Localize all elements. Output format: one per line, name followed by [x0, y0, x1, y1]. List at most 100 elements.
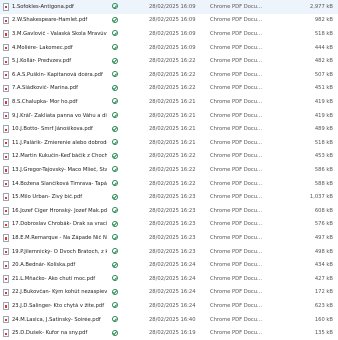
- file-date-modified: 28/02/2025 16:24: [149, 262, 196, 269]
- file-name[interactable]: 6.A.S.Puškin- Kapitanová dcéra.pdf: [12, 72, 107, 78]
- file-size: 586 kB: [314, 166, 333, 173]
- file-date-modified: 28/02/2025 16:24: [149, 302, 196, 309]
- file-name[interactable]: 7.A.Sládkovič- Marína.pdf: [12, 85, 107, 91]
- file-name[interactable]: 4.Moliére- Lakomec.pdf: [12, 45, 107, 51]
- file-size: 451 kB: [314, 85, 333, 92]
- sync-status-icon: [112, 71, 118, 78]
- pdf-file-icon: [3, 234, 9, 242]
- file-row[interactable]: 3.M.Gavlovič - Valaská Škola Mravúv Stod…: [0, 27, 338, 41]
- file-name[interactable]: 20.A.Bednár- Kolíska.pdf: [12, 262, 107, 268]
- file-row[interactable]: 1.Sofokles-Antigona.pdf 28/02/2025 16:09 C…: [0, 0, 338, 14]
- file-row[interactable]: 9.J.Kráľ- Zakliata panna vo Váhu a divný…: [0, 109, 338, 123]
- file-name[interactable]: 13.J.Gregor-Tajovský- Maco Mlieč, Statky…: [12, 167, 107, 173]
- pdf-file-icon: [3, 275, 9, 283]
- file-row[interactable]: 14.Božena Slančíková Timrava- Ťapákovc..…: [0, 177, 338, 191]
- file-date-modified: 28/02/2025 16:40: [149, 316, 196, 323]
- file-type: Chrome PDF Docu...: [210, 153, 263, 160]
- file-row[interactable]: 5.J.Kollár- Predvzev.pdf 28/02/2025 16:22…: [0, 54, 338, 68]
- file-size: 518 kB: [314, 30, 333, 37]
- file-row[interactable]: 8.S.Chalupka- Mor ho.pdf 28/02/2025 16:21…: [0, 95, 338, 109]
- file-name[interactable]: 8.S.Chalupka- Mor ho.pdf: [12, 99, 107, 105]
- file-type: Chrome PDF Docu...: [210, 207, 263, 214]
- file-row[interactable]: 23.J.D.Salinger- Kto chytá v žite.pdf 28/…: [0, 299, 338, 313]
- file-row[interactable]: 2.W.Shakespeare-Hamlet.pdf 28/02/2025 16:…: [0, 14, 338, 28]
- file-size: 135 kB: [314, 330, 333, 337]
- file-date-modified: 28/02/2025 16:21: [149, 112, 196, 119]
- file-row[interactable]: 21.L.Mňačko- Ako chutí moc.pdf 28/02/2025…: [0, 272, 338, 286]
- file-type: Chrome PDF Docu...: [210, 330, 263, 337]
- file-name[interactable]: 9.J.Kráľ- Zakliata panna vo Váhu a divný…: [12, 113, 107, 119]
- file-name[interactable]: 1.Sofokles-Antigona.pdf: [12, 4, 107, 10]
- file-type: Chrome PDF Docu...: [210, 44, 263, 51]
- file-date-modified: 28/02/2025 16:21: [149, 139, 196, 146]
- file-row[interactable]: 22.J.Bukovčan- Kým kohút nezaspieva.pdf 2…: [0, 286, 338, 300]
- pdf-file-icon: [3, 329, 9, 337]
- file-row[interactable]: 12.Martin Kukučín-Keď báčik z Chocholo..…: [0, 150, 338, 164]
- pdf-file-icon: [3, 30, 9, 38]
- file-type: Chrome PDF Docu...: [210, 248, 263, 255]
- file-type: Chrome PDF Docu...: [210, 166, 263, 173]
- file-name[interactable]: 22.J.Bukovčan- Kým kohút nezaspieva.pdf: [12, 289, 107, 295]
- file-name[interactable]: 14.Božena Slančíková Timrava- Ťapákovc..…: [12, 181, 107, 187]
- file-date-modified: 28/02/2025 16:24: [149, 275, 196, 282]
- file-name[interactable]: 11.J.Palárik- Zmierenie alebo dobrodružt…: [12, 140, 107, 146]
- pdf-file-icon: [3, 3, 9, 11]
- file-name[interactable]: 12.Martin Kukučín-Keď báčik z Chocholo..…: [12, 153, 107, 159]
- pdf-file-icon: [3, 139, 9, 147]
- file-row[interactable]: 7.A.Sládkovič- Marína.pdf 28/02/2025 16:2…: [0, 82, 338, 96]
- pdf-file-icon: [3, 152, 9, 161]
- file-row[interactable]: 10.J.Botto- Smrť Jánošíkova.pdf 28/02/202…: [0, 122, 338, 136]
- file-type: Chrome PDF Docu...: [210, 112, 263, 119]
- file-date-modified: 28/02/2025 16:23: [149, 248, 196, 255]
- file-row[interactable]: 20.A.Bednár- Kolíska.pdf 28/02/2025 16:24…: [0, 258, 338, 272]
- file-type: Chrome PDF Docu...: [210, 289, 263, 296]
- file-row[interactable]: 11.J.Palárik- Zmierenie alebo dobrodružt…: [0, 136, 338, 150]
- file-size: 489 kB: [314, 126, 333, 133]
- pdf-file-icon: [3, 111, 9, 120]
- file-type: Chrome PDF Docu...: [210, 98, 263, 105]
- sync-status-icon: [112, 207, 118, 214]
- sync-status-icon: [112, 180, 118, 187]
- file-row[interactable]: 24.M.Lasica, J.Satinský- Soirée.pdf 28/02…: [0, 313, 338, 327]
- file-row[interactable]: 17.Dobroslav Chrobák- Drak sa vracia.pdf…: [0, 218, 338, 232]
- file-name[interactable]: 17.Dobroslav Chrobák- Drak sa vracia.pdf: [12, 221, 107, 227]
- file-row[interactable]: 4.Moliére- Lakomec.pdf 28/02/2025 16:09 Ch…: [0, 41, 338, 55]
- file-name[interactable]: 18.E.M.Remarque - Na Západe Nič Nové...: [12, 235, 107, 241]
- file-name[interactable]: 10.J.Botto- Smrť Jánošíkova.pdf: [12, 126, 107, 132]
- file-date-modified: 28/02/2025 16:22: [149, 153, 196, 160]
- file-row[interactable]: 19.P.Jilemnický- O Dvoch Bratoch, z ktoo…: [0, 245, 338, 259]
- file-row[interactable]: 16.Jozef Cíger Hronský- Jozef Mak.pdf 28/…: [0, 204, 338, 218]
- file-name[interactable]: 2.W.Shakespeare-Hamlet.pdf: [12, 17, 107, 23]
- file-row[interactable]: 25.D.Dušek- Kufor na sny.pdf 28/02/2025 1…: [0, 326, 338, 340]
- file-name[interactable]: 25.D.Dušek- Kufor na sny.pdf: [12, 330, 107, 336]
- file-name[interactable]: 16.Jozef Cíger Hronský- Jozef Mak.pdf: [12, 208, 107, 214]
- file-date-modified: 28/02/2025 16:24: [149, 289, 196, 296]
- file-name[interactable]: 19.P.Jilemnický- O Dvoch Bratoch, z ktoo…: [12, 249, 107, 255]
- sync-status-icon: [112, 329, 118, 336]
- file-size: 576 kB: [314, 221, 333, 228]
- sync-status-icon: [112, 261, 118, 268]
- file-type: Chrome PDF Docu...: [210, 30, 263, 37]
- sync-status-icon: [112, 57, 118, 64]
- file-list: 1.Sofokles-Antigona.pdf 28/02/2025 16:09 C…: [0, 0, 338, 340]
- file-row[interactable]: 6.A.S.Puškin- Kapitanová dcéra.pdf 28/02/…: [0, 68, 338, 82]
- file-name[interactable]: 15.Milo Urban- Živý bič.pdf: [12, 194, 107, 200]
- file-row[interactable]: 13.J.Gregor-Tajovský- Maco Mlieč, Statky…: [0, 163, 338, 177]
- sync-status-icon: [112, 288, 118, 295]
- file-name[interactable]: 5.J.Kollár- Predvzev.pdf: [12, 58, 107, 64]
- file-row[interactable]: 15.Milo Urban- Živý bič.pdf 28/02/2025 16…: [0, 190, 338, 204]
- pdf-file-icon: [3, 315, 9, 324]
- sync-status-icon: [112, 125, 118, 132]
- file-date-modified: 28/02/2025 16:23: [149, 234, 196, 241]
- file-row[interactable]: 18.E.M.Remarque - Na Západe Nič Nové... 2…: [0, 231, 338, 245]
- sync-status-icon: [112, 220, 118, 227]
- pdf-file-icon: [3, 98, 9, 106]
- file-date-modified: 28/02/2025 16:23: [149, 207, 196, 214]
- file-name[interactable]: 24.M.Lasica, J.Satinský- Soirée.pdf: [12, 317, 107, 323]
- pdf-file-icon: [3, 179, 9, 188]
- file-date-modified: 28/02/2025 16:21: [149, 126, 196, 133]
- file-name[interactable]: 21.L.Mňačko- Ako chutí moc.pdf: [12, 276, 107, 282]
- file-name[interactable]: 3.M.Gavlovič - Valaská Škola Mravúv Stod…: [12, 31, 107, 37]
- file-name[interactable]: 23.J.D.Salinger- Kto chytá v žite.pdf: [12, 303, 107, 309]
- file-date-modified: 28/02/2025 16:09: [149, 17, 196, 24]
